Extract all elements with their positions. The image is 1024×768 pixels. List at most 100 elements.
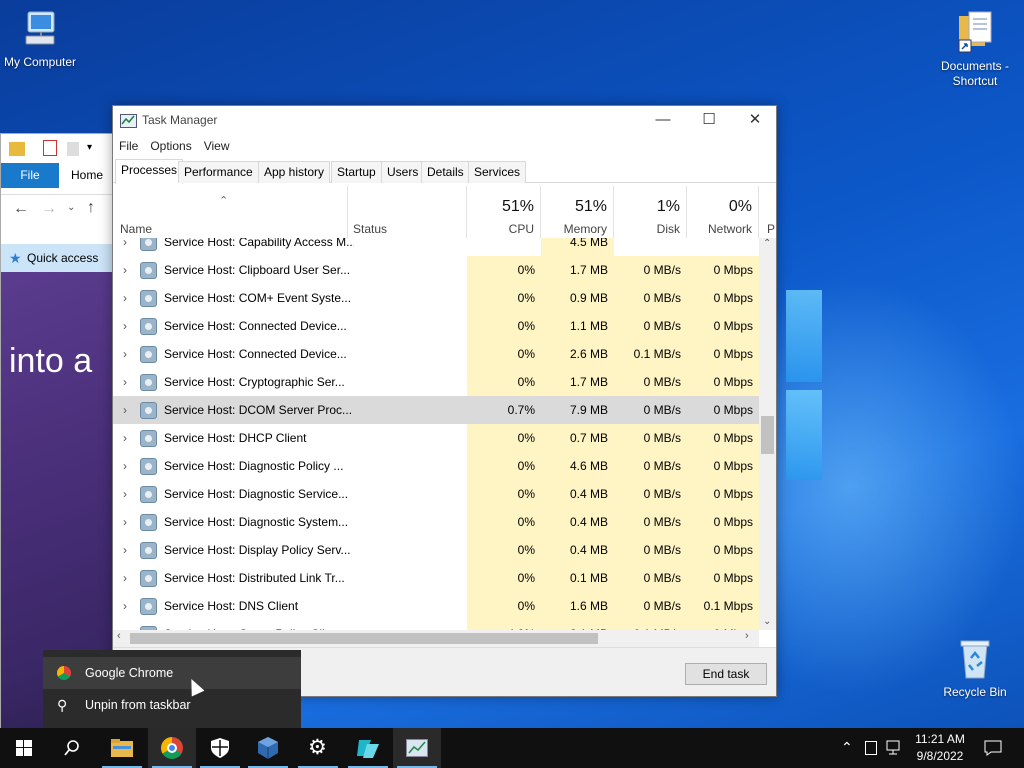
minimize-button[interactable]: — — [640, 106, 686, 136]
cpu-value: 0% — [467, 368, 541, 396]
tab-app-history[interactable]: App history — [258, 161, 331, 183]
process-row[interactable]: › Service Host: Cryptographic Ser... 0% 1.7… — [113, 368, 759, 396]
tab-performance[interactable]: Performance — [178, 161, 259, 183]
start-button[interactable] — [0, 728, 48, 768]
service-gear-icon — [140, 570, 157, 587]
memory-value: 0.1 MB — [541, 564, 614, 592]
process-row[interactable]: › Service Host: Group Policy Client 4.8%3.… — [113, 620, 759, 630]
taskbar-task-manager[interactable] — [393, 728, 441, 768]
horizontal-scroll-thumb[interactable] — [130, 633, 598, 644]
process-row[interactable]: › Service Host: DCOM Server Proc... 0.7% 7.… — [113, 396, 759, 424]
cpu-value: 0% — [467, 452, 541, 480]
process-name: Service Host: COM+ Event Syste... — [164, 291, 352, 305]
expand-chevron-icon[interactable]: › — [120, 424, 130, 452]
expand-chevron-icon[interactable]: › — [120, 536, 130, 564]
taskbar-virtualbox[interactable] — [244, 728, 292, 768]
expand-chevron-icon[interactable]: › — [120, 452, 130, 480]
menu-view[interactable]: View — [198, 136, 236, 153]
quick-access-toolbar-dropdown-icon[interactable]: ▾ — [87, 142, 92, 153]
tab-users[interactable]: Users — [381, 161, 425, 183]
process-row[interactable]: › Service Host: Diagnostic Policy ... 0% 4.… — [113, 452, 759, 480]
vertical-scrollbar[interactable]: ⌃ ⌄ — [759, 238, 776, 630]
desktop-icon-documents-shortcut[interactable]: Documents - Shortcut — [935, 10, 1015, 89]
process-row[interactable]: › Service Host: Distributed Link Tr... 0% 0… — [113, 564, 759, 592]
menu-options[interactable]: Options — [144, 136, 197, 153]
tab-details[interactable]: Details — [421, 161, 470, 183]
ribbon-tab-file[interactable]: File — [1, 163, 59, 188]
taskbar-settings[interactable]: ⚙ — [294, 728, 342, 768]
tray-clock[interactable]: 11:21 AM 9/8/2022 — [910, 728, 970, 768]
vertical-scroll-thumb[interactable] — [761, 416, 774, 454]
close-button[interactable]: ✕ — [732, 106, 776, 136]
maximize-button[interactable]: ☐ — [686, 106, 732, 136]
expand-chevron-icon[interactable]: › — [120, 256, 130, 284]
expand-chevron-icon[interactable]: › — [120, 620, 130, 630]
taskbar-file-explorer[interactable] — [98, 728, 146, 768]
tray-network[interactable] — [884, 728, 906, 768]
expand-chevron-icon[interactable]: › — [120, 592, 130, 620]
process-row[interactable]: › Service Host: Diagnostic Service... 0% 0.… — [113, 480, 759, 508]
process-row[interactable]: › Service Host: DNS Client 0% 1.6 MB 0 MB/s 0… — [113, 592, 759, 620]
desktop-icon-recycle-bin[interactable]: Recycle Bin — [935, 638, 1015, 700]
recent-locations-chevron-icon[interactable]: ⌄ — [67, 202, 75, 213]
network-value: 0 Mbps — [687, 312, 759, 340]
memory-value: 1.1 MB — [541, 312, 614, 340]
column-header-disk[interactable]: 1% Disk — [614, 186, 687, 238]
expand-chevron-icon[interactable]: › — [120, 396, 130, 424]
process-row[interactable]: › Service Host: Diagnostic System... 0% 0.4… — [113, 508, 759, 536]
expand-chevron-icon[interactable]: › — [120, 480, 130, 508]
expand-chevron-icon[interactable]: › — [120, 368, 130, 396]
search-button[interactable] — [48, 728, 96, 768]
process-row[interactable]: › Service Host: Capability Access M... 4.5… — [113, 238, 759, 256]
expand-chevron-icon[interactable]: › — [120, 340, 130, 368]
taskbar-app[interactable] — [344, 728, 392, 768]
taskbar-windows-security[interactable] — [196, 728, 244, 768]
scroll-down-icon[interactable]: ⌄ — [763, 616, 771, 627]
jump-list-item-google-chrome[interactable]: Google Chrome — [43, 657, 301, 689]
taskbar-google-chrome[interactable] — [148, 728, 196, 768]
forward-arrow-icon[interactable]: → — [41, 200, 57, 218]
process-row[interactable]: › Service Host: Display Policy Serv... 0% 0… — [113, 536, 759, 564]
tab-startup[interactable]: Startup — [331, 161, 382, 183]
column-header-memory[interactable]: 51% Memory — [541, 186, 614, 238]
column-header-name[interactable]: ⌃ Name — [113, 186, 348, 238]
expand-chevron-icon[interactable]: › — [120, 564, 130, 592]
process-row[interactable]: › Service Host: Connected Device... 0% 1.1 … — [113, 312, 759, 340]
expand-chevron-icon[interactable]: › — [120, 284, 130, 312]
show-hidden-icons-button[interactable]: ⌃ — [838, 728, 858, 768]
desktop-icon-my-computer[interactable]: My Computer — [0, 10, 80, 70]
scroll-right-icon[interactable]: › — [745, 630, 749, 642]
tab-services[interactable]: Services — [468, 161, 527, 183]
up-arrow-icon[interactable]: ↑ — [87, 199, 95, 217]
expand-chevron-icon[interactable]: › — [120, 312, 130, 340]
process-row[interactable]: › Service Host: Clipboard User Ser... 0% 1.… — [113, 256, 759, 284]
checkbox-properties-icon[interactable] — [43, 140, 57, 156]
scroll-left-icon[interactable]: ‹ — [117, 630, 121, 642]
quick-access-item[interactable]: ★ Quick access — [1, 244, 112, 272]
tab-processes[interactable]: Processes — [115, 159, 184, 184]
process-row[interactable]: › Service Host: DHCP Client 0% 0.7 MB 0 MB/s… — [113, 424, 759, 452]
back-arrow-icon[interactable]: ← — [13, 200, 29, 218]
file-explorer-window[interactable]: ▾ File Home ← → ⌄ ↑ ★ Quick access into … — [0, 133, 113, 733]
column-header-network[interactable]: 0% Network — [687, 186, 759, 238]
end-task-button[interactable]: End task — [685, 663, 767, 685]
column-header-cpu[interactable]: 51% CPU — [467, 186, 541, 238]
task-manager-window[interactable]: Task Manager — ☐ ✕ File Options View Proce… — [112, 105, 777, 697]
process-row[interactable]: › Service Host: COM+ Event Syste... 0% 0.9 … — [113, 284, 759, 312]
tray-battery[interactable] — [862, 728, 880, 768]
column-header-power[interactable]: P — [759, 186, 776, 238]
ribbon-tab-home[interactable]: Home — [71, 163, 111, 188]
title-bar[interactable]: Task Manager — ☐ ✕ — [113, 106, 776, 136]
scroll-up-icon[interactable]: ⌃ — [763, 238, 771, 249]
menu-file[interactable]: File — [113, 136, 144, 153]
new-folder-icon[interactable] — [67, 142, 79, 156]
column-header-status[interactable]: Status — [348, 186, 467, 238]
notification-center-button[interactable] — [978, 728, 1008, 768]
memory-value: 4.5 MB — [541, 238, 614, 256]
process-row[interactable]: › Service Host: Connected Device... 0% 2.6 … — [113, 340, 759, 368]
expand-chevron-icon[interactable]: › — [120, 508, 130, 536]
cpu-value: 0% — [467, 480, 541, 508]
expand-chevron-icon[interactable]: › — [120, 238, 130, 256]
horizontal-scrollbar[interactable]: ‹ › — [113, 630, 759, 647]
jump-list-item-unpin[interactable]: ⚲ Unpin from taskbar — [43, 689, 301, 721]
